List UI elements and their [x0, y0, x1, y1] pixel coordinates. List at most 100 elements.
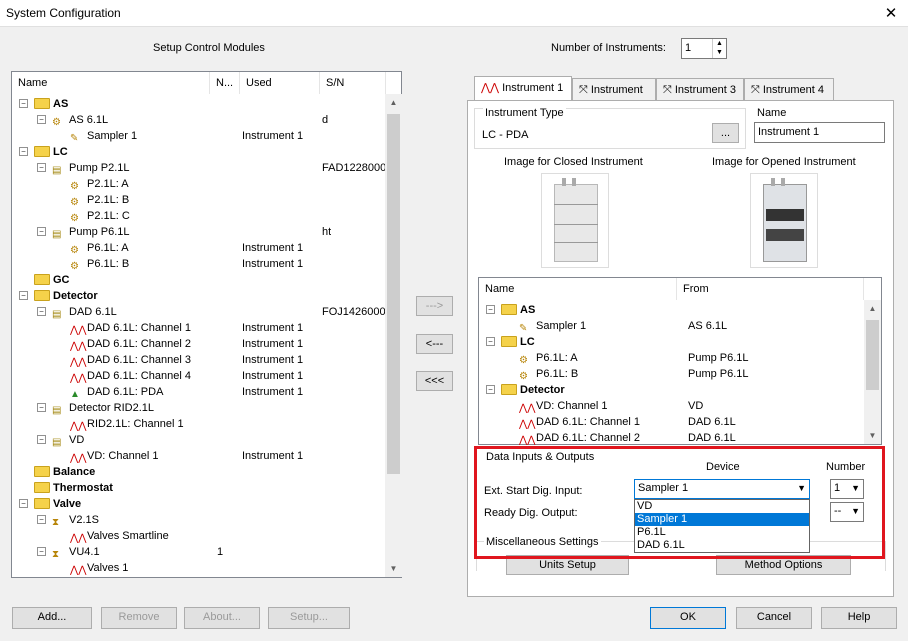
- tree-row[interactable]: ⋀⋀DAD 6.1L: Channel 3 Instrument 1: [12, 352, 384, 368]
- collapse-icon[interactable]: −: [37, 403, 46, 412]
- add-button[interactable]: Add...: [12, 607, 92, 629]
- closed-instrument-image[interactable]: [541, 173, 609, 268]
- tab-instrument-2[interactable]: ⤧ Instrument 2: [572, 78, 656, 118]
- collapse-icon[interactable]: −: [37, 435, 46, 444]
- tree-row[interactable]: − ⧗ V2.1S: [12, 512, 384, 528]
- instrument-modules-tree[interactable]: Name From − AS ✎ Sampler 1 AS 6.1L − LC ⚙ P6.1L:…: [478, 277, 882, 446]
- instrument-tree-row[interactable]: ⋀⋀DAD 6.1L: Channel 2 DAD 6.1L: [479, 430, 863, 446]
- opened-instrument-image[interactable]: [750, 173, 818, 268]
- collapse-icon[interactable]: −: [19, 99, 28, 108]
- tree-row[interactable]: ⚙ P6.1L: A Instrument 1: [12, 240, 384, 256]
- tree-row[interactable]: − Valve: [12, 496, 384, 512]
- collapse-icon[interactable]: −: [486, 337, 495, 346]
- peak-icon: ⋀⋀: [70, 373, 87, 384]
- collapse-icon[interactable]: −: [37, 115, 46, 124]
- collapse-icon[interactable]: −: [37, 227, 46, 236]
- tree-row[interactable]: ⋀⋀Valves Smartline: [12, 528, 384, 544]
- instrument-tree-row[interactable]: ✎ Sampler 1 AS 6.1L: [479, 318, 863, 334]
- scroll-down-icon[interactable]: ▼: [385, 560, 402, 577]
- setup-button[interactable]: Setup...: [268, 607, 350, 629]
- scroll-up-icon[interactable]: ▲: [385, 94, 402, 111]
- tab-instrument-3[interactable]: ⤧ Instrument 3: [656, 78, 744, 100]
- col-n[interactable]: N...: [210, 72, 240, 94]
- folder-icon: [34, 290, 50, 301]
- scroll-up-icon[interactable]: ▲: [864, 300, 881, 317]
- collapse-icon[interactable]: −: [486, 305, 495, 314]
- help-button[interactable]: Help: [821, 607, 897, 629]
- collapse-icon[interactable]: −: [486, 385, 495, 394]
- tree-row[interactable]: − LC: [12, 144, 384, 160]
- tree-row-label: P6.1L: B: [87, 258, 130, 270]
- collapse-icon[interactable]: −: [37, 515, 46, 524]
- remove-all-button[interactable]: <<<: [416, 371, 453, 391]
- tree-row[interactable]: Thermostat: [12, 480, 384, 496]
- peak-icon: ⋀⋀: [70, 453, 87, 464]
- folder-icon: [34, 274, 50, 285]
- tree-row[interactable]: − ▤ Pump P6.1L ht: [12, 224, 384, 240]
- tree-row[interactable]: ⚙ P2.1L: B: [12, 192, 384, 208]
- instrument-name-input[interactable]: Instrument 1: [754, 122, 885, 143]
- tree-row[interactable]: − AS: [12, 96, 384, 112]
- remove-button[interactable]: Remove: [101, 607, 177, 629]
- cancel-button[interactable]: Cancel: [736, 607, 812, 629]
- right-scrollbar[interactable]: ▲ ▼: [864, 300, 881, 444]
- sampler-icon: ✎: [519, 323, 528, 334]
- instrument-tree-row[interactable]: ⋀⋀DAD 6.1L: Channel 1 DAD 6.1L: [479, 414, 863, 430]
- tree-row[interactable]: ⚙ P2.1L: A: [12, 176, 384, 192]
- collapse-icon[interactable]: −: [19, 147, 28, 156]
- left-scrollbar[interactable]: ▲ ▼: [385, 94, 402, 577]
- tree-row[interactable]: Balance: [12, 464, 384, 480]
- tree-row[interactable]: ▲ DAD 6.1L: PDA Instrument 1: [12, 384, 384, 400]
- instrument-tree-row[interactable]: − AS: [479, 302, 863, 318]
- tree-row[interactable]: ⋀⋀DAD 6.1L: Channel 1 Instrument 1: [12, 320, 384, 336]
- tree-row[interactable]: − ▤ Pump P2.1L FAD12280000: [12, 160, 386, 176]
- tree-row[interactable]: − ⧗ VU4.1 1: [12, 544, 384, 560]
- instrument-tree-row[interactable]: ⚙ P6.1L: A Pump P6.1L: [479, 350, 863, 366]
- col-sn[interactable]: S/N: [320, 72, 386, 94]
- tree-row[interactable]: GC: [12, 272, 384, 288]
- scroll-down-icon[interactable]: ▼: [864, 427, 881, 444]
- num-instruments-spinner[interactable]: 1 ▲ ▼: [681, 38, 727, 59]
- tree-row[interactable]: − ⚙ AS 6.1L d: [12, 112, 384, 128]
- collapse-icon[interactable]: −: [37, 547, 46, 556]
- col-name[interactable]: Name: [12, 72, 210, 94]
- tree-row[interactable]: ⋀⋀VD: Channel 1 Instrument 1: [12, 448, 384, 464]
- modules-tree[interactable]: Name N... Used S/N − AS − ⚙ AS 6.1L d ✎ Sampler…: [11, 71, 402, 578]
- remove-from-instrument-button[interactable]: <---: [416, 334, 453, 354]
- about-button[interactable]: About...: [184, 607, 260, 629]
- tree-row[interactable]: ✎ Sampler 1 Instrument 1: [12, 128, 384, 144]
- tab-label: Instrument 4: [762, 84, 825, 96]
- tree-row[interactable]: − Detector: [12, 288, 384, 304]
- scroll-thumb[interactable]: [866, 320, 879, 390]
- collapse-icon[interactable]: −: [19, 499, 28, 508]
- instrument-tree-row[interactable]: − LC: [479, 334, 863, 350]
- tree-row[interactable]: − ▤ DAD 6.1L FOJ14260000: [12, 304, 386, 320]
- tree-row[interactable]: − ▤ VD: [12, 432, 384, 448]
- tree-row[interactable]: ⚙ P6.1L: B Instrument 1: [12, 256, 384, 272]
- scroll-thumb[interactable]: [387, 114, 400, 474]
- instrument-tree-row[interactable]: ⚙ P6.1L: B Pump P6.1L: [479, 366, 863, 382]
- tree-row[interactable]: ⚙ P2.1L: C: [12, 208, 384, 224]
- instrument-tree-row[interactable]: ⋀⋀VD: Channel 1 VD: [479, 398, 863, 414]
- tab-instrument-1[interactable]: ⋀⋀ Instrument 1: [474, 76, 572, 101]
- spinner-arrows-icon[interactable]: ▲ ▼: [712, 39, 726, 58]
- collapse-icon[interactable]: −: [19, 291, 28, 300]
- tree-row[interactable]: ⋀⋀Valves 1: [12, 560, 384, 576]
- module-icon: ▤: [52, 309, 62, 320]
- instrument-tree-row[interactable]: − Detector: [479, 382, 863, 398]
- ok-button[interactable]: OK: [650, 607, 726, 629]
- collapse-icon[interactable]: −: [37, 163, 46, 172]
- tab-instrument-4[interactable]: ⤧ Instrument 4: [744, 78, 834, 100]
- peak-icon: ⋀⋀: [70, 357, 87, 368]
- col-name[interactable]: Name: [479, 278, 677, 300]
- add-to-instrument-button[interactable]: --->: [416, 296, 453, 316]
- col-from[interactable]: From: [677, 278, 864, 300]
- tree-row[interactable]: − ▤ Detector RID2.1L: [12, 400, 384, 416]
- tree-row[interactable]: ⋀⋀RID2.1L: Channel 1: [12, 416, 384, 432]
- tree-row[interactable]: ⋀⋀DAD 6.1L: Channel 2 Instrument 1: [12, 336, 384, 352]
- collapse-icon[interactable]: −: [37, 307, 46, 316]
- tree-row[interactable]: ⋀⋀DAD 6.1L: Channel 4 Instrument 1: [12, 368, 384, 384]
- col-used[interactable]: Used: [240, 72, 320, 94]
- browse-type-button[interactable]: ...: [712, 123, 739, 143]
- close-icon[interactable]: ✕: [882, 4, 900, 22]
